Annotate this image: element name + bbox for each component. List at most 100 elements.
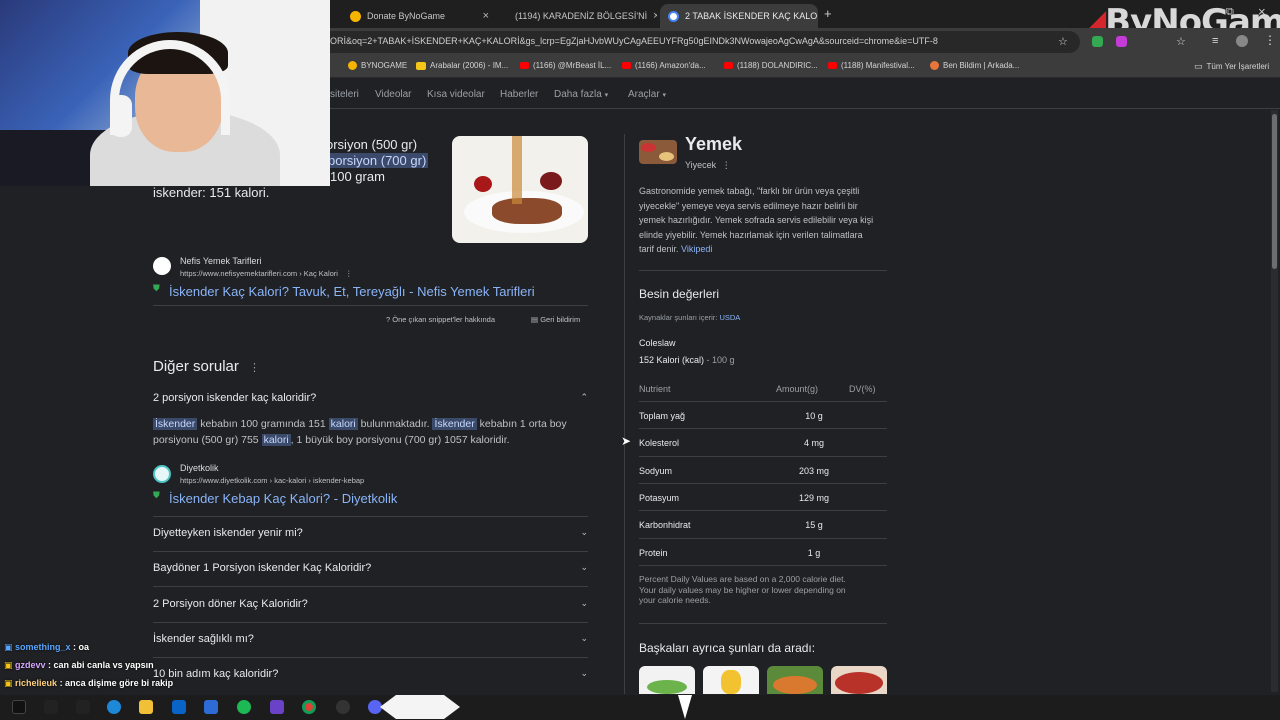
paa-question[interactable]: Diyetteyken iskender yenir mi? ⌄ <box>153 527 588 539</box>
divider <box>153 516 588 517</box>
food-shape <box>659 152 674 161</box>
kebab-menu-icon[interactable]: ⋮ <box>345 269 353 278</box>
bookmark-item[interactable]: BYNOGAME <box>348 61 407 70</box>
bookmark-item[interactable]: (1166) @MrBeast İL... <box>520 61 611 70</box>
new-tab-button[interactable]: + <box>824 6 832 21</box>
discord-icon[interactable] <box>368 700 382 714</box>
close-icon[interactable]: × <box>483 10 489 22</box>
paa-heading: Diğer sorular ⋮ <box>153 358 260 375</box>
divider <box>153 551 588 552</box>
tab-donate[interactable]: Donate ByNoGame × <box>342 4 497 28</box>
footnote-line: your calorie needs. <box>639 595 711 605</box>
app-icon[interactable] <box>270 700 284 714</box>
nutrient-name: Potasyum <box>639 493 680 503</box>
desc-line: elinde yiyebilir. Yemek hazırlamak için … <box>639 229 863 240</box>
kebab-menu-icon[interactable]: ⋮ <box>1264 33 1276 47</box>
usda-link[interactable]: USDA <box>719 313 740 322</box>
nutrient-amount: 129 mg <box>798 493 830 503</box>
youtube-icon <box>724 62 733 69</box>
shield-icon: ⛊ <box>153 283 160 293</box>
chat-username: gzdevv <box>15 660 46 670</box>
scrollbar-track[interactable] <box>1271 110 1278 692</box>
extension-icon[interactable] <box>1116 36 1127 47</box>
chat-message: ▣ richelieuk : anca dişime göre bi rakip <box>4 678 173 689</box>
bookmark-star-icon[interactable]: ☆ <box>1058 35 1068 48</box>
chat-username: richelieuk <box>15 678 58 688</box>
snippet-food-image[interactable] <box>452 136 588 243</box>
youtube-icon <box>828 62 837 69</box>
kebab-menu-icon[interactable]: ⋮ <box>722 160 731 170</box>
nav-tools[interactable]: Araçlar ▾ <box>628 89 666 100</box>
related-item-image[interactable] <box>639 666 695 694</box>
desc-line: tarif denir. <box>639 244 679 255</box>
feedback-icon: ▤ <box>531 315 539 324</box>
outlook-icon[interactable] <box>172 700 186 714</box>
nav-videos[interactable]: Videolar <box>375 89 412 100</box>
bookmark-item[interactable]: (1166) Amazon'da... <box>622 61 706 70</box>
webcam-overlay <box>0 0 330 186</box>
related-item-image[interactable] <box>831 666 887 694</box>
paa-question[interactable]: Baydöner 1 Porsiyon iskender Kaç Kalorid… <box>153 562 588 574</box>
start-icon[interactable] <box>12 700 26 714</box>
avatar[interactable] <box>1236 35 1248 47</box>
extension-shield-icon[interactable] <box>1092 36 1103 47</box>
question-text: İskender sağlıklı mı? <box>153 633 254 645</box>
nutrient-amount: 10 g <box>805 411 823 421</box>
source-url[interactable]: https://www.nefisyemektarifleri.com › Ka… <box>180 269 353 278</box>
feedback-link[interactable]: ▤ Geri bildirim <box>531 315 580 324</box>
nav-tools-label: Araçlar <box>628 89 660 100</box>
chevron-down-icon: ⌄ <box>580 598 588 608</box>
food-name[interactable]: Coleslaw <box>639 338 676 348</box>
close-icon[interactable]: × <box>653 10 657 22</box>
search-icon[interactable] <box>44 700 58 714</box>
paa-question[interactable]: 2 Porsiyon döner Kaç Kaloridir? ⌄ <box>153 598 588 610</box>
obs-icon[interactable] <box>336 700 350 714</box>
bookmark-item[interactable]: Ben Bildim | Arkada... <box>930 61 1019 70</box>
answer-text: kebabın 1 orta boy <box>476 418 567 430</box>
reading-list-icon[interactable]: ☆ <box>1176 35 1186 48</box>
wikipedia-link[interactable]: Vikipedi <box>681 244 712 254</box>
snippet-line: orsiyon (500 gr) <box>326 137 418 152</box>
all-bookmarks[interactable]: ▭ Tüm Yer İşaretleri <box>1194 61 1269 72</box>
nutrient-name: Sodyum <box>639 466 673 476</box>
highlight-text: İskender <box>153 418 198 430</box>
bookmark-item[interactable]: (1188) Manifestival... <box>828 61 915 70</box>
source-url[interactable]: https://www.diyetkolik.com › kac-kalori … <box>180 476 364 485</box>
kp-thumbnail-image[interactable] <box>639 140 677 164</box>
paa-question[interactable]: 10 bin adım kaç kaloridir? ⌄ <box>153 668 588 680</box>
menu-lines-icon[interactable]: ≡ <box>1212 35 1218 47</box>
url-input[interactable]: ORİ&oq=2+TABAK+İSKENDER+KAÇ+KALORİ&gs_lc… <box>300 31 1080 53</box>
source-url-text: https://www.nefisyemektarifleri.com › Ka… <box>180 269 338 278</box>
bookmark-item[interactable]: Arabalar (2006) - IM... <box>416 61 508 70</box>
headphone-cup-shape <box>110 95 132 137</box>
tab-search-active[interactable]: 2 TABAK İSKENDER KAÇ KALOR × <box>660 4 818 28</box>
bookmark-item[interactable]: (1188) DOLANDIRIC... <box>724 61 818 70</box>
related-item-image[interactable] <box>767 666 823 694</box>
paa-question-expanded[interactable]: 2 porsiyon iskender kaç kaloridir? ⌃ <box>153 392 588 404</box>
nav-more[interactable]: Daha fazla ▾ <box>554 89 608 100</box>
footnote-line: Percent Daily Values are based on a 2,00… <box>639 574 846 584</box>
scrollbar-thumb[interactable] <box>1272 114 1277 269</box>
edge-icon[interactable] <box>107 700 121 714</box>
kebab-menu-icon[interactable]: ⋮ <box>249 362 260 374</box>
store-icon[interactable] <box>204 700 218 714</box>
paa-question[interactable]: İskender sağlıklı mı? ⌄ <box>153 633 588 645</box>
bookmark-label: (1166) @MrBeast İL... <box>533 61 612 70</box>
paa-heading-text: Diğer sorular <box>153 358 239 375</box>
nav-short-videos[interactable]: Kısa videolar <box>427 89 485 100</box>
divider <box>639 623 887 624</box>
calories-value: 152 Kalori (kcal) <box>639 355 705 365</box>
answer-title-link[interactable]: İskender Kebap Kaç Kalori? - Diyetkolik <box>169 491 397 506</box>
chrome-icon[interactable] <box>302 700 316 714</box>
tab-youtube[interactable]: (1194) KARADENİZ BÖLGESİ'Nİ × <box>501 4 657 28</box>
nav-news[interactable]: Haberler <box>500 89 538 100</box>
desc-line: yemek hazırlığıdır. Yemek sofrada servis… <box>639 215 874 226</box>
spotify-icon[interactable] <box>237 700 251 714</box>
folder-icon[interactable] <box>139 700 153 714</box>
nav-sites[interactable]: siteleri <box>330 89 359 100</box>
about-snippets-link[interactable]: ? Öne çıkan snippet'ler hakkında <box>386 315 495 324</box>
taskview-icon[interactable] <box>76 700 90 714</box>
related-item-image[interactable] <box>703 666 759 694</box>
result-title-link[interactable]: İskender Kaç Kalori? Tavuk, Et, Tereyağl… <box>169 284 535 299</box>
nutrient-name: Karbonhidrat <box>639 520 691 530</box>
